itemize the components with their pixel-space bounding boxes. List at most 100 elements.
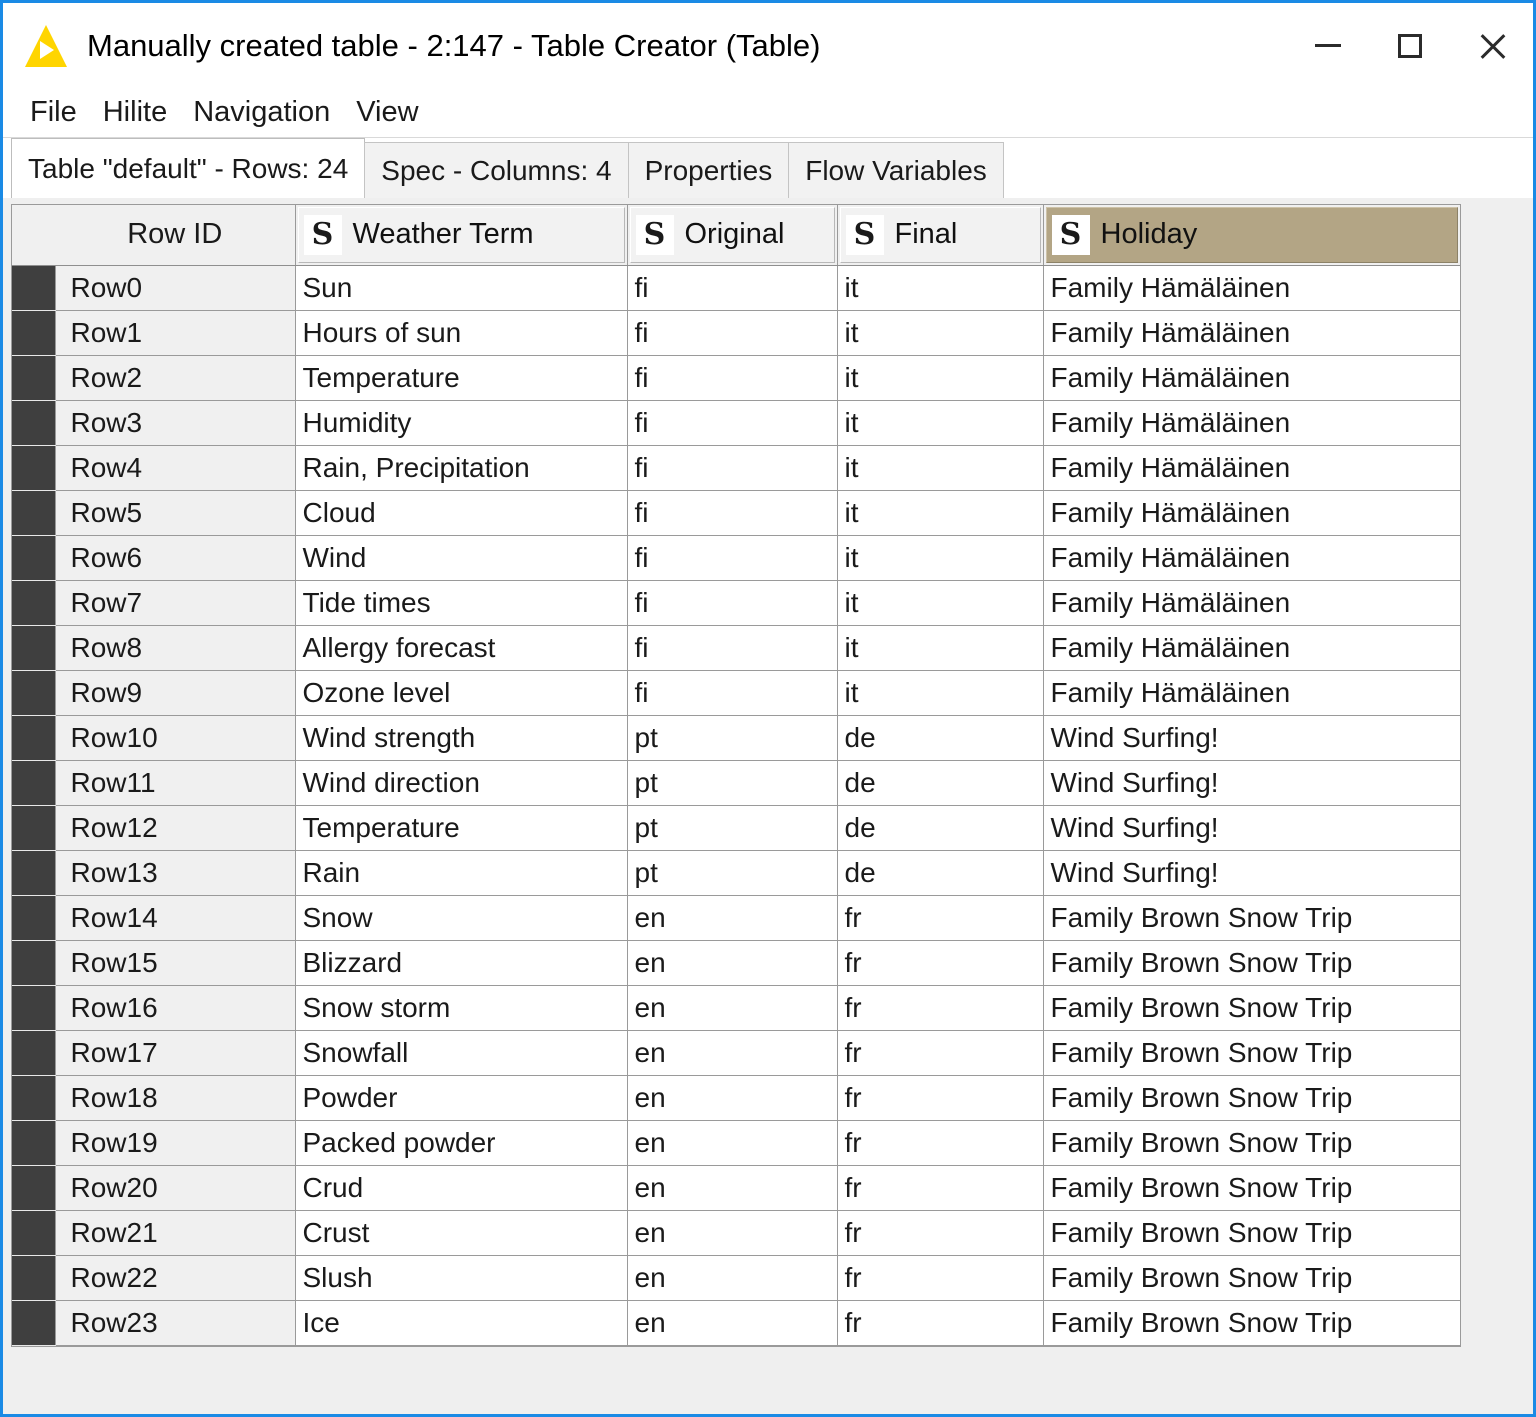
cell-weather-term[interactable]: Crust xyxy=(295,1210,628,1256)
cell-holiday[interactable]: Wind Surfing! xyxy=(1043,760,1460,806)
table-row[interactable]: Row11 Wind direction pt de Wind Surfing! xyxy=(12,760,1460,806)
cell-weather-term[interactable]: Snowfall xyxy=(295,1030,628,1076)
cell-row-id[interactable]: Row16 xyxy=(55,985,296,1031)
cell-final[interactable]: fr xyxy=(837,1210,1044,1256)
cell-row-id[interactable]: Row22 xyxy=(55,1255,296,1301)
maximize-button[interactable] xyxy=(1369,5,1451,87)
cell-final[interactable]: fr xyxy=(837,985,1044,1031)
table-row[interactable]: Row18 Powder en fr Family Brown Snow Trip xyxy=(12,1075,1460,1121)
cell-row-id[interactable]: Row5 xyxy=(55,490,296,536)
cell-row-id[interactable]: Row9 xyxy=(55,670,296,716)
cell-final[interactable]: fr xyxy=(837,1030,1044,1076)
cell-row-id[interactable]: Row3 xyxy=(55,400,296,446)
cell-holiday[interactable]: Family Brown Snow Trip xyxy=(1043,1075,1460,1121)
cell-row-id[interactable]: Row13 xyxy=(55,850,296,896)
table-row[interactable]: Row20 Crud en fr Family Brown Snow Trip xyxy=(12,1165,1460,1211)
cell-final[interactable]: de xyxy=(837,850,1044,896)
table-row[interactable]: Row12 Temperature pt de Wind Surfing! xyxy=(12,805,1460,851)
tab-properties[interactable]: Properties xyxy=(627,142,790,198)
cell-holiday[interactable]: Wind Surfing! xyxy=(1043,850,1460,896)
cell-row-id[interactable]: Row11 xyxy=(55,760,296,806)
table-row[interactable]: Row7 Tide times fi it Family Hämäläinen xyxy=(12,580,1460,626)
cell-row-id[interactable]: Row18 xyxy=(55,1075,296,1121)
menu-item-view[interactable]: View xyxy=(343,96,431,129)
cell-original[interactable]: fi xyxy=(627,445,838,491)
cell-holiday[interactable]: Family Brown Snow Trip xyxy=(1043,1255,1460,1301)
table-row[interactable]: Row0 Sun fi it Family Hämäläinen xyxy=(12,265,1460,311)
cell-holiday[interactable]: Family Hämäläinen xyxy=(1043,265,1460,311)
cell-final[interactable]: it xyxy=(837,310,1044,356)
menu-item-hilite[interactable]: Hilite xyxy=(90,96,180,129)
cell-weather-term[interactable]: Rain, Precipitation xyxy=(295,445,628,491)
cell-original[interactable]: pt xyxy=(627,760,838,806)
cell-weather-term[interactable]: Rain xyxy=(295,850,628,896)
table-row[interactable]: Row4 Rain, Precipitation fi it Family Hämälä… xyxy=(12,445,1460,491)
cell-original[interactable]: en xyxy=(627,1165,838,1211)
cell-original[interactable]: fi xyxy=(627,310,838,356)
cell-final[interactable]: fr xyxy=(837,1300,1044,1346)
table-row[interactable]: Row21 Crust en fr Family Brown Snow Trip xyxy=(12,1210,1460,1256)
cell-weather-term[interactable]: Powder xyxy=(295,1075,628,1121)
cell-row-id[interactable]: Row6 xyxy=(55,535,296,581)
cell-row-id[interactable]: Row19 xyxy=(55,1120,296,1166)
cell-original[interactable]: pt xyxy=(627,850,838,896)
cell-original[interactable]: pt xyxy=(627,805,838,851)
cell-final[interactable]: it xyxy=(837,400,1044,446)
cell-holiday[interactable]: Family Brown Snow Trip xyxy=(1043,1120,1460,1166)
column-header-holiday[interactable]: S Holiday xyxy=(1043,205,1460,266)
cell-final[interactable]: it xyxy=(837,535,1044,581)
table-row[interactable]: Row22 Slush en fr Family Brown Snow Trip xyxy=(12,1255,1460,1301)
cell-holiday[interactable]: Family Hämäläinen xyxy=(1043,400,1460,446)
column-header-weather-term[interactable]: S Weather Term xyxy=(295,205,628,266)
cell-original[interactable]: fi xyxy=(627,535,838,581)
cell-weather-term[interactable]: Sun xyxy=(295,265,628,311)
cell-final[interactable]: it xyxy=(837,265,1044,311)
cell-weather-term[interactable]: Hours of sun xyxy=(295,310,628,356)
cell-final[interactable]: it xyxy=(837,490,1044,536)
cell-final[interactable]: it xyxy=(837,670,1044,716)
cell-final[interactable]: fr xyxy=(837,1120,1044,1166)
table-row[interactable]: Row6 Wind fi it Family Hämäläinen xyxy=(12,535,1460,581)
cell-row-id[interactable]: Row21 xyxy=(55,1210,296,1256)
column-header-row-id[interactable]: Row ID xyxy=(55,205,296,266)
column-header-original[interactable]: S Original xyxy=(627,205,838,266)
table-row[interactable]: Row23 Ice en fr Family Brown Snow Trip xyxy=(12,1300,1460,1346)
cell-row-id[interactable]: Row17 xyxy=(55,1030,296,1076)
cell-weather-term[interactable]: Ozone level xyxy=(295,670,628,716)
cell-original[interactable]: fi xyxy=(627,355,838,401)
cell-original[interactable]: fi xyxy=(627,490,838,536)
table-row[interactable]: Row15 Blizzard en fr Family Brown Snow Trip xyxy=(12,940,1460,986)
cell-weather-term[interactable]: Snow storm xyxy=(295,985,628,1031)
cell-original[interactable]: fi xyxy=(627,670,838,716)
menu-item-navigation[interactable]: Navigation xyxy=(180,96,343,129)
minimize-button[interactable] xyxy=(1287,5,1369,87)
cell-final[interactable]: fr xyxy=(837,895,1044,941)
cell-weather-term[interactable]: Cloud xyxy=(295,490,628,536)
cell-row-id[interactable]: Row2 xyxy=(55,355,296,401)
cell-original[interactable]: en xyxy=(627,1120,838,1166)
cell-holiday[interactable]: Family Brown Snow Trip xyxy=(1043,985,1460,1031)
cell-weather-term[interactable]: Temperature xyxy=(295,805,628,851)
tab-spec[interactable]: Spec - Columns: 4 xyxy=(364,142,629,198)
table-row[interactable]: Row16 Snow storm en fr Family Brown Snow Tri… xyxy=(12,985,1460,1031)
table-row[interactable]: Row1 Hours of sun fi it Family Hämäläinen xyxy=(12,310,1460,356)
cell-row-id[interactable]: Row12 xyxy=(55,805,296,851)
cell-holiday[interactable]: Wind Surfing! xyxy=(1043,805,1460,851)
cell-weather-term[interactable]: Ice xyxy=(295,1300,628,1346)
cell-row-id[interactable]: Row14 xyxy=(55,895,296,941)
cell-final[interactable]: fr xyxy=(837,940,1044,986)
cell-weather-term[interactable]: Humidity xyxy=(295,400,628,446)
cell-final[interactable]: de xyxy=(837,715,1044,761)
cell-final[interactable]: fr xyxy=(837,1255,1044,1301)
cell-original[interactable]: en xyxy=(627,1255,838,1301)
table-row[interactable]: Row13 Rain pt de Wind Surfing! xyxy=(12,850,1460,896)
cell-holiday[interactable]: Wind Surfing! xyxy=(1043,715,1460,761)
cell-weather-term[interactable]: Wind strength xyxy=(295,715,628,761)
cell-holiday[interactable]: Family Brown Snow Trip xyxy=(1043,1300,1460,1346)
cell-weather-term[interactable]: Blizzard xyxy=(295,940,628,986)
cell-holiday[interactable]: Family Brown Snow Trip xyxy=(1043,1210,1460,1256)
tab-table[interactable]: Table "default" - Rows: 24 xyxy=(11,138,366,198)
cell-row-id[interactable]: Row10 xyxy=(55,715,296,761)
cell-row-id[interactable]: Row0 xyxy=(55,265,296,311)
cell-weather-term[interactable]: Wind direction xyxy=(295,760,628,806)
